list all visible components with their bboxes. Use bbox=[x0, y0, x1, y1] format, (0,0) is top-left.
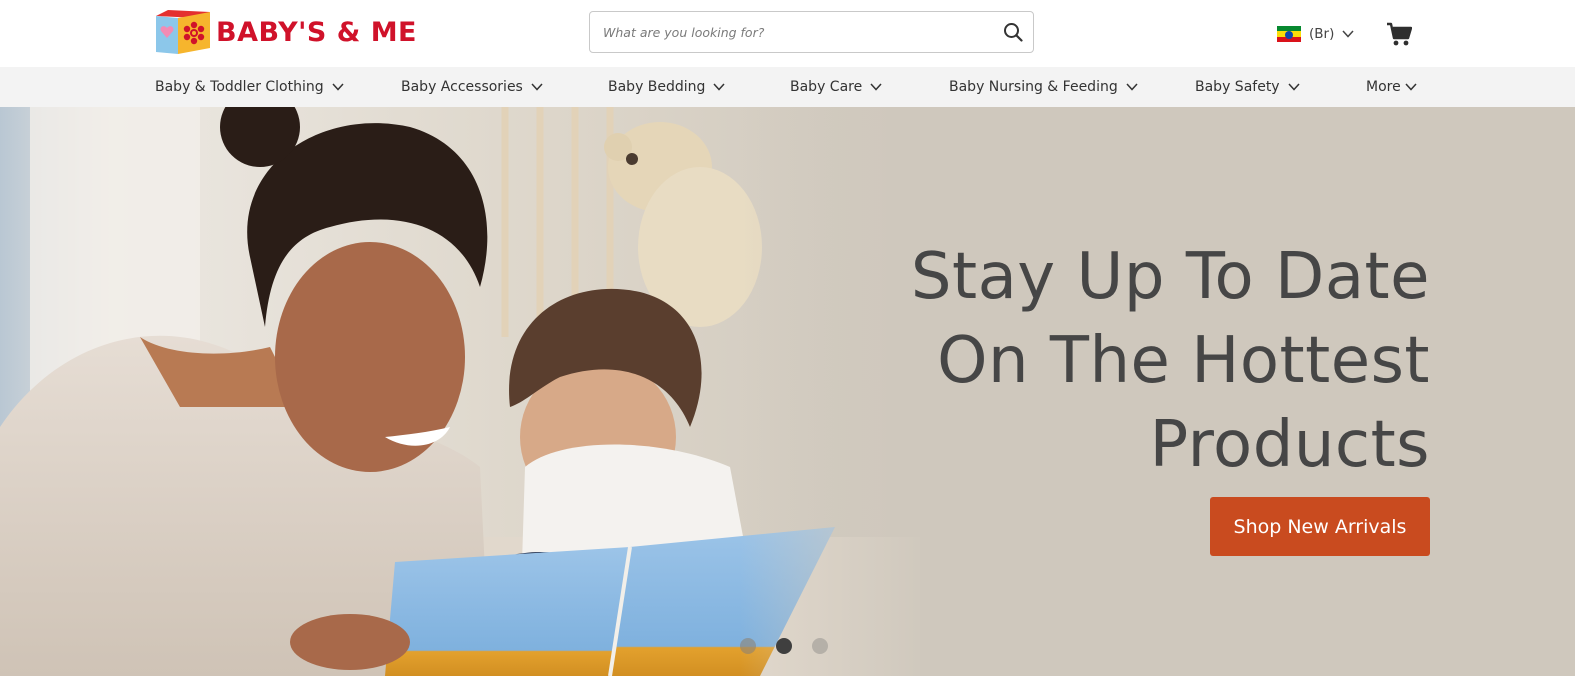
search-icon bbox=[1004, 23, 1023, 42]
currency-label: (Br) bbox=[1309, 26, 1335, 42]
currency-selector[interactable]: (Br) bbox=[1277, 22, 1354, 46]
carousel-dot-1[interactable] bbox=[740, 638, 756, 654]
nav-item-baby-toddler-clothing[interactable]: Baby & Toddler Clothing bbox=[155, 67, 344, 107]
nav-item-label: Baby Accessories bbox=[401, 79, 523, 95]
nav-item-label: Baby Safety bbox=[1195, 79, 1280, 95]
nav-item-label: Baby Nursing & Feeding bbox=[949, 79, 1118, 95]
hero-headline-line: Products bbox=[1149, 408, 1430, 482]
nav-item-baby-safety[interactable]: Baby Safety bbox=[1195, 67, 1300, 107]
chevron-down-icon bbox=[1126, 83, 1138, 91]
search-button[interactable] bbox=[999, 18, 1027, 46]
nav-item-baby-care[interactable]: Baby Care bbox=[790, 67, 882, 107]
chevron-down-icon bbox=[332, 83, 344, 91]
chevron-down-icon bbox=[713, 83, 726, 91]
chevron-down-icon bbox=[1342, 30, 1354, 38]
cart-icon bbox=[1387, 22, 1413, 46]
nav-item-label: Baby Bedding bbox=[608, 79, 706, 95]
site-header: BABY'S & ME (Br) bbox=[0, 0, 1575, 67]
chevron-down-icon bbox=[870, 83, 882, 91]
search-input[interactable] bbox=[591, 13, 986, 51]
toy-block-logo-icon bbox=[154, 8, 212, 56]
hero-headline: Stay Up To Date On The Hottest Products bbox=[790, 235, 1430, 487]
category-nav: Baby & Toddler Clothing Baby Accessories… bbox=[0, 67, 1575, 107]
chevron-down-icon bbox=[531, 83, 543, 91]
nav-item-more[interactable]: More bbox=[1366, 67, 1417, 107]
brand-logo-link[interactable]: BABY'S & ME bbox=[154, 8, 417, 56]
search-bar bbox=[589, 11, 1034, 53]
hero-headline-line: Stay Up To Date bbox=[910, 240, 1430, 314]
nav-item-baby-bedding[interactable]: Baby Bedding bbox=[608, 67, 726, 107]
nav-item-label: Baby & Toddler Clothing bbox=[155, 79, 324, 95]
nav-item-baby-nursing-feeding[interactable]: Baby Nursing & Feeding bbox=[949, 67, 1138, 107]
carousel-dot-2[interactable] bbox=[776, 638, 792, 654]
shop-new-arrivals-button[interactable]: Shop New Arrivals bbox=[1210, 497, 1430, 556]
hero-banner: Stay Up To Date On The Hottest Products … bbox=[0, 107, 1575, 676]
nav-item-baby-accessories[interactable]: Baby Accessories bbox=[401, 67, 543, 107]
hero-headline-line: On The Hottest bbox=[937, 324, 1430, 398]
carousel-pagination bbox=[740, 638, 828, 654]
chevron-down-icon bbox=[1288, 83, 1300, 91]
nav-item-label: Baby Care bbox=[790, 79, 863, 95]
chevron-down-icon bbox=[1405, 83, 1417, 91]
carousel-dot-3[interactable] bbox=[812, 638, 828, 654]
nav-item-label: More bbox=[1366, 79, 1401, 95]
brand-name: BABY'S & ME bbox=[216, 16, 417, 48]
ethiopia-flag-icon bbox=[1277, 25, 1301, 43]
cart-button[interactable] bbox=[1386, 20, 1413, 48]
